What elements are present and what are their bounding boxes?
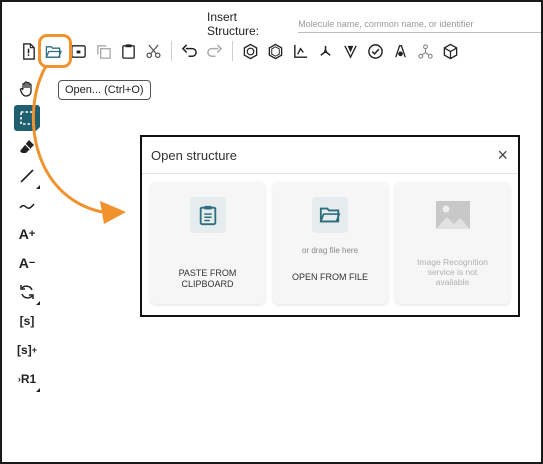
charge-plus-icon[interactable]: A +: [14, 221, 40, 247]
sgroup-tool-icon[interactable]: [s]: [14, 308, 40, 334]
charge-minus-label: A: [18, 255, 29, 271]
open-from-file-card[interactable]: or drag file here OPEN FROM FILE: [272, 182, 388, 304]
insert-structure-input[interactable]: [298, 15, 541, 33]
paste-label-line1: PASTE FROM: [178, 268, 237, 278]
3d-viewer-icon[interactable]: [438, 39, 462, 63]
charge-minus-icon[interactable]: A −: [14, 250, 40, 276]
drag-file-hint: or drag file here: [301, 246, 359, 255]
aromatize-icon[interactable]: [238, 39, 262, 63]
rgroup-tool-icon[interactable]: › R1: [14, 366, 40, 392]
copy-icon[interactable]: [91, 39, 115, 63]
stereo-icon[interactable]: [338, 39, 362, 63]
paste-icon[interactable]: [116, 39, 140, 63]
close-icon[interactable]: ×: [497, 146, 508, 164]
insert-structure-bar: Insert Structure:: [207, 10, 541, 38]
eraser-icon[interactable]: [14, 134, 40, 160]
toolbar-separator: [232, 41, 233, 61]
top-toolbar: [16, 36, 463, 66]
check-icon[interactable]: [363, 39, 387, 63]
rgroup-label: R1: [20, 372, 37, 386]
image-recognition-card: Image Recognition service is not availab…: [395, 182, 510, 304]
bond-tool-icon[interactable]: [14, 163, 40, 189]
image-recognition-line2: service is not: [427, 267, 478, 277]
layout-icon[interactable]: [288, 39, 312, 63]
dialog-header: Open structure ×: [142, 137, 518, 174]
cut-icon[interactable]: [141, 39, 165, 63]
clipboard-icon: [189, 197, 226, 233]
dearomatize-icon[interactable]: [263, 39, 287, 63]
charge-plus-label: A: [18, 226, 29, 242]
toolbar-separator: [171, 41, 172, 61]
left-toolbar: A + A − [s] [s] + › R1: [14, 76, 42, 395]
paste-from-clipboard-card[interactable]: PASTE FROM CLIPBOARD: [150, 182, 265, 304]
open-structure-dialog: Open structure × PASTE FROM CLIPBOARD or…: [140, 135, 520, 317]
chain-tool-icon[interactable]: [14, 192, 40, 218]
sgroup-add-tool-icon[interactable]: [s] +: [14, 337, 40, 363]
rotate-tool-icon[interactable]: [14, 279, 40, 305]
hydrogen-icon[interactable]: [413, 39, 437, 63]
sgroup-label: [s]: [19, 314, 35, 328]
hand-tool-icon[interactable]: [14, 76, 40, 102]
select-tool-icon[interactable]: [14, 105, 40, 131]
image-recognition-line3: available: [435, 277, 470, 287]
image-recognition-label: Image Recognition service is not availab…: [395, 257, 510, 287]
new-document-icon[interactable]: [16, 39, 40, 63]
folder-icon: [312, 197, 348, 233]
highlight-ring: [38, 34, 72, 68]
image-icon: [435, 197, 471, 233]
dialog-body: PASTE FROM CLIPBOARD or drag file here O…: [150, 182, 510, 304]
sgroup-add-label: [s]: [17, 343, 32, 357]
redo-icon[interactable]: [202, 39, 226, 63]
insert-structure-label: Insert Structure:: [207, 10, 260, 38]
clean-icon[interactable]: [313, 39, 337, 63]
open-tooltip: Open... (Ctrl+O): [58, 80, 151, 100]
paste-card-label: PASTE FROM CLIPBOARD: [150, 268, 265, 290]
dialog-title: Open structure: [151, 147, 237, 163]
undo-icon[interactable]: [177, 39, 201, 63]
paste-label-line2: CLIPBOARD: [181, 279, 234, 289]
calculate-icon[interactable]: [388, 39, 412, 63]
open-file-label: OPEN FROM FILE: [291, 272, 368, 282]
image-recognition-line1: Image Recognition: [417, 257, 488, 267]
app-frame: Insert Structure: Molecule name, common …: [0, 0, 543, 464]
